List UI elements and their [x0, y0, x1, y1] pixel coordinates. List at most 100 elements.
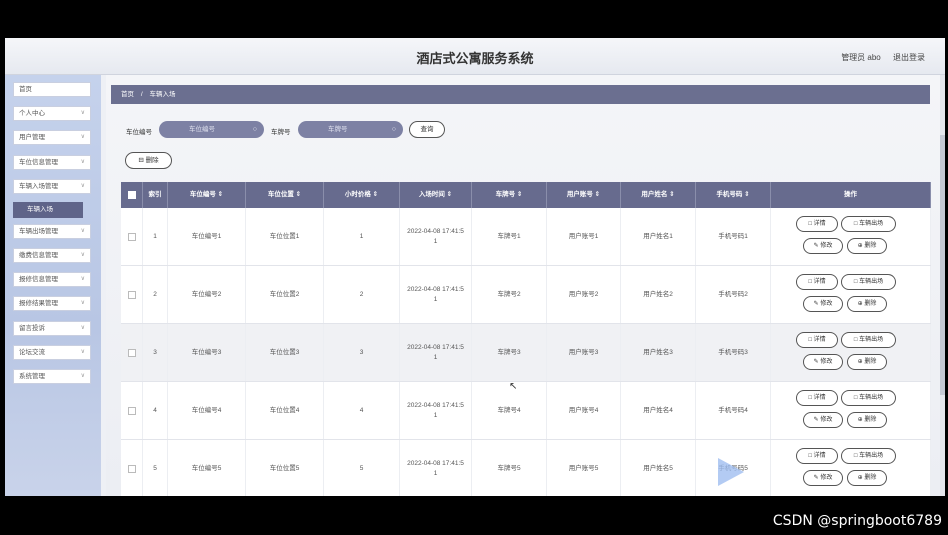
edit-button[interactable]: ✎ 修改	[803, 354, 843, 370]
sidebar-item[interactable]: 个人中心 ∨	[13, 106, 91, 121]
edit-button-label: 修改	[820, 475, 833, 481]
vehicle-exit-button-label: 车辆出场	[859, 453, 884, 459]
delete-button[interactable]: ⊕ 删除	[847, 296, 887, 312]
sidebar-item[interactable]: 报修信息管理 ∨	[13, 272, 91, 287]
table-cell: 3	[324, 324, 400, 381]
cell-value: 车牌号4	[497, 406, 521, 414]
table-cell: 车位位置5	[246, 440, 324, 496]
sort-icon[interactable]: ⇕	[216, 191, 223, 198]
table-cell: 5	[143, 440, 168, 496]
table-row[interactable]: 2 车位编号2 车位位置2 2 2022-04-08 17:41:5 1 车牌号2 用户账号2…	[121, 266, 931, 324]
sidebar-item[interactable]: 缴费信息管理 ∨	[13, 248, 91, 263]
actions-cell: □ 详情 □ 车辆出场 ✎ 修改 ⊕ 删除	[771, 208, 931, 265]
sidebar-subitem-active[interactable]: 车辆入场	[13, 202, 83, 218]
vehicle-exit-button[interactable]: □ 车辆出场	[841, 390, 896, 406]
delete-button[interactable]: ⊕ 删除	[847, 238, 887, 254]
table-cell: 用户账号2	[547, 266, 621, 323]
sort-icon[interactable]: ⇕	[742, 191, 749, 198]
detail-button-label: 详情	[813, 221, 826, 227]
detail-button[interactable]: □ 详情	[796, 332, 838, 348]
table-cell: 手机号码1	[696, 208, 771, 265]
table-row[interactable]: 3 车位编号3 车位位置3 3 2022-04-08 17:41:5 1 车牌号3 用户账号3…	[121, 324, 931, 382]
query-button[interactable]: 查询	[409, 121, 445, 138]
column-header[interactable]: 车位位置 ⇕	[246, 182, 324, 208]
actions-cell: □ 详情 □ 车辆出场 ✎ 修改 ⊕ 删除	[771, 382, 931, 439]
edit-button[interactable]: ✎ 修改	[803, 238, 843, 254]
sidebar-item[interactable]: 论坛交流 ∨	[13, 345, 91, 360]
sidebar-item[interactable]: 报修结果管理 ∨	[13, 296, 91, 311]
cell-value: 2	[359, 290, 364, 298]
detail-button[interactable]: □ 详情	[796, 274, 838, 290]
column-header-label: 用户姓名	[641, 191, 668, 198]
table-row[interactable]: 1 车位编号1 车位位置1 1 2022-04-08 17:41:5 1 车牌号1 用户账号1…	[121, 208, 931, 266]
sidebar-item[interactable]: 留言投诉 ∨	[13, 321, 91, 336]
column-header-label: 车位编号	[189, 191, 216, 198]
sidebar-item[interactable]: 车辆入场管理 ∨	[13, 179, 91, 194]
column-header[interactable]: 小时价格 ⇕	[324, 182, 400, 208]
column-header-label: 车位位置	[267, 191, 294, 198]
detail-button[interactable]: □ 详情	[796, 390, 838, 406]
table-row[interactable]: 5 车位编号5 车位位置5 5 2022-04-08 17:41:5 1 车牌号5 用户账号5…	[121, 440, 931, 496]
row-checkbox[interactable]	[127, 348, 136, 357]
column-header[interactable]: 手机号码 ⇕	[696, 182, 771, 208]
column-header[interactable]: 用户账号 ⇕	[547, 182, 621, 208]
row-checkbox[interactable]	[127, 290, 136, 299]
chevron-down-icon: ∨	[80, 183, 85, 189]
breadcrumb-current: 车辆入场	[149, 91, 176, 98]
breadcrumb-home[interactable]: 首页	[121, 91, 134, 98]
sidebar-item[interactable]: 系统管理 ∨	[13, 369, 91, 384]
sidebar-item[interactable]: 首页	[13, 82, 91, 97]
batch-delete-button[interactable]: ⊟ 删除	[125, 152, 172, 169]
sidebar-item[interactable]: 用户管理 ∨	[13, 130, 91, 145]
vehicle-exit-button[interactable]: □ 车辆出场	[841, 332, 896, 348]
table-cell: 手机号码3	[696, 324, 771, 381]
column-header[interactable]: 车位编号 ⇕	[168, 182, 246, 208]
select-all-checkbox[interactable]	[121, 182, 143, 208]
delete-button[interactable]: ⊕ 删除	[847, 470, 887, 486]
vehicle-exit-button[interactable]: □ 车辆出场	[841, 274, 896, 290]
table-row[interactable]: 4 车位编号4 车位位置4 4 2022-04-08 17:41:5 1 车牌号4 用户账号4…	[121, 382, 931, 440]
plate-input[interactable]: 车牌号 ○	[298, 121, 403, 138]
sort-icon[interactable]: ⇕	[593, 191, 600, 198]
detail-button[interactable]: □ 详情	[796, 448, 838, 464]
sidebar-item[interactable]: 车辆出场管理 ∨	[13, 224, 91, 239]
sort-icon[interactable]: ⇕	[294, 191, 301, 198]
vehicle-exit-button[interactable]: □ 车辆出场	[841, 216, 896, 232]
edit-button-label: 修改	[820, 359, 833, 365]
sort-icon[interactable]: ⇕	[515, 191, 522, 198]
table-cell: 1	[143, 208, 168, 265]
table-cell: 用户账号5	[547, 440, 621, 496]
sort-icon[interactable]: ⇕	[371, 191, 378, 198]
column-header[interactable]: 车牌号 ⇕	[472, 182, 547, 208]
checkbox[interactable]	[127, 191, 136, 199]
column-header[interactable]: 用户姓名 ⇕	[621, 182, 696, 208]
spot-no-input[interactable]: 车位编号 ○	[159, 121, 264, 138]
row-checkbox[interactable]	[127, 232, 136, 241]
logout-link[interactable]: 退出登录	[893, 53, 925, 62]
cell-value: 手机号码1	[718, 232, 748, 240]
vehicle-exit-button[interactable]: □ 车辆出场	[841, 448, 896, 464]
entry-time-line1: 2022-04-08 17:41:5	[407, 227, 464, 235]
sort-icon[interactable]: ⇕	[667, 191, 674, 198]
cell-value: 车位编号4	[191, 406, 222, 414]
sort-icon[interactable]: ⇕	[445, 191, 452, 198]
sidebar-item[interactable]: 车位信息管理 ∨	[13, 155, 91, 170]
scrollbar-thumb[interactable]	[940, 135, 945, 395]
delete-button-label: 删除	[864, 243, 877, 249]
delete-button[interactable]: ⊕ 删除	[847, 354, 887, 370]
table-cell: 3	[143, 324, 168, 381]
scrollbar[interactable]	[940, 75, 945, 496]
column-header-label: 手机号码	[716, 191, 743, 198]
column-header-label: 小时价格	[344, 191, 371, 198]
row-checkbox[interactable]	[127, 406, 136, 415]
column-header[interactable]: 入场时间 ⇕	[400, 182, 472, 208]
edit-button[interactable]: ✎ 修改	[803, 296, 843, 312]
row-checkbox[interactable]	[127, 464, 136, 473]
delete-button[interactable]: ⊕ 删除	[847, 412, 887, 428]
detail-button[interactable]: □ 详情	[796, 216, 838, 232]
sidebar-item-label: 首页	[19, 86, 32, 93]
column-header-label: 操作	[844, 191, 857, 198]
cell-value: 手机号码2	[718, 290, 748, 298]
edit-button[interactable]: ✎ 修改	[803, 470, 843, 486]
edit-button[interactable]: ✎ 修改	[803, 412, 843, 428]
